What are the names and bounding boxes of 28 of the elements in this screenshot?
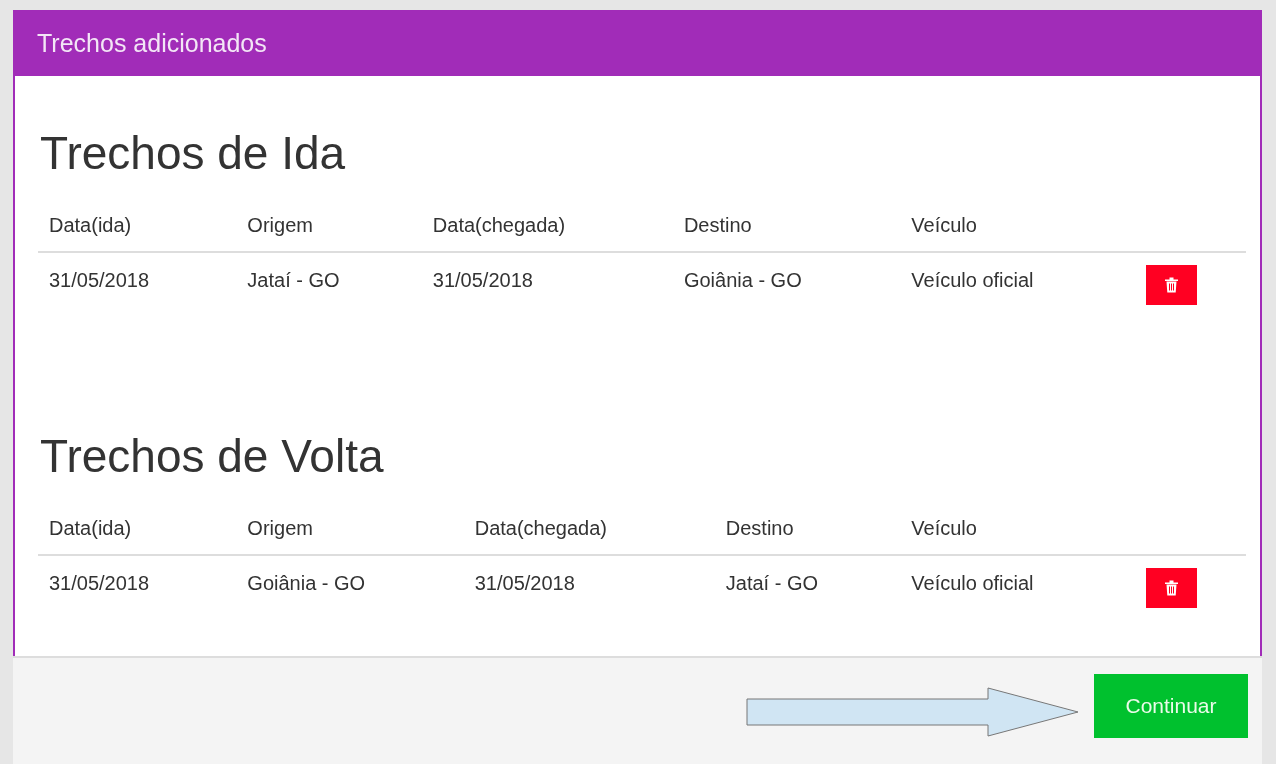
column-header: Destino bbox=[672, 204, 901, 252]
column-header: Data(ida) bbox=[38, 507, 237, 555]
table-cell: Veículo oficial bbox=[900, 555, 1135, 624]
table-cell: Jataí - GO bbox=[236, 252, 422, 321]
delete-button[interactable] bbox=[1146, 265, 1197, 305]
table-cell: Goiânia - GO bbox=[672, 252, 901, 321]
trash-icon bbox=[1165, 277, 1178, 293]
table-cell: 31/05/2018 bbox=[421, 252, 673, 321]
table-cell: Jataí - GO bbox=[714, 555, 901, 624]
column-header: Veículo bbox=[900, 507, 1135, 555]
column-header: Veículo bbox=[900, 204, 1135, 252]
column-header: Origem bbox=[236, 507, 464, 555]
column-header: Destino bbox=[714, 507, 901, 555]
column-header: Origem bbox=[236, 204, 422, 252]
trash-icon bbox=[1165, 580, 1178, 596]
table-cell: Goiânia - GO bbox=[236, 555, 464, 624]
section-heading: Trechos de Ida bbox=[40, 126, 347, 180]
column-header: Data(chegada) bbox=[421, 204, 673, 252]
table-cell: 31/05/2018 bbox=[38, 555, 237, 624]
table-cell: 31/05/2018 bbox=[38, 252, 237, 321]
section-heading: Trechos de Volta bbox=[40, 429, 385, 483]
continue-button[interactable]: Continuar bbox=[1094, 674, 1248, 738]
column-header: Data(ida) bbox=[38, 204, 237, 252]
table-cell: 31/05/2018 bbox=[463, 555, 715, 624]
column-header: Data(chegada) bbox=[463, 507, 715, 555]
table-cell: Veículo oficial bbox=[900, 252, 1135, 321]
delete-button[interactable] bbox=[1146, 568, 1197, 608]
panel-title: Trechos adicionados bbox=[37, 28, 267, 58]
